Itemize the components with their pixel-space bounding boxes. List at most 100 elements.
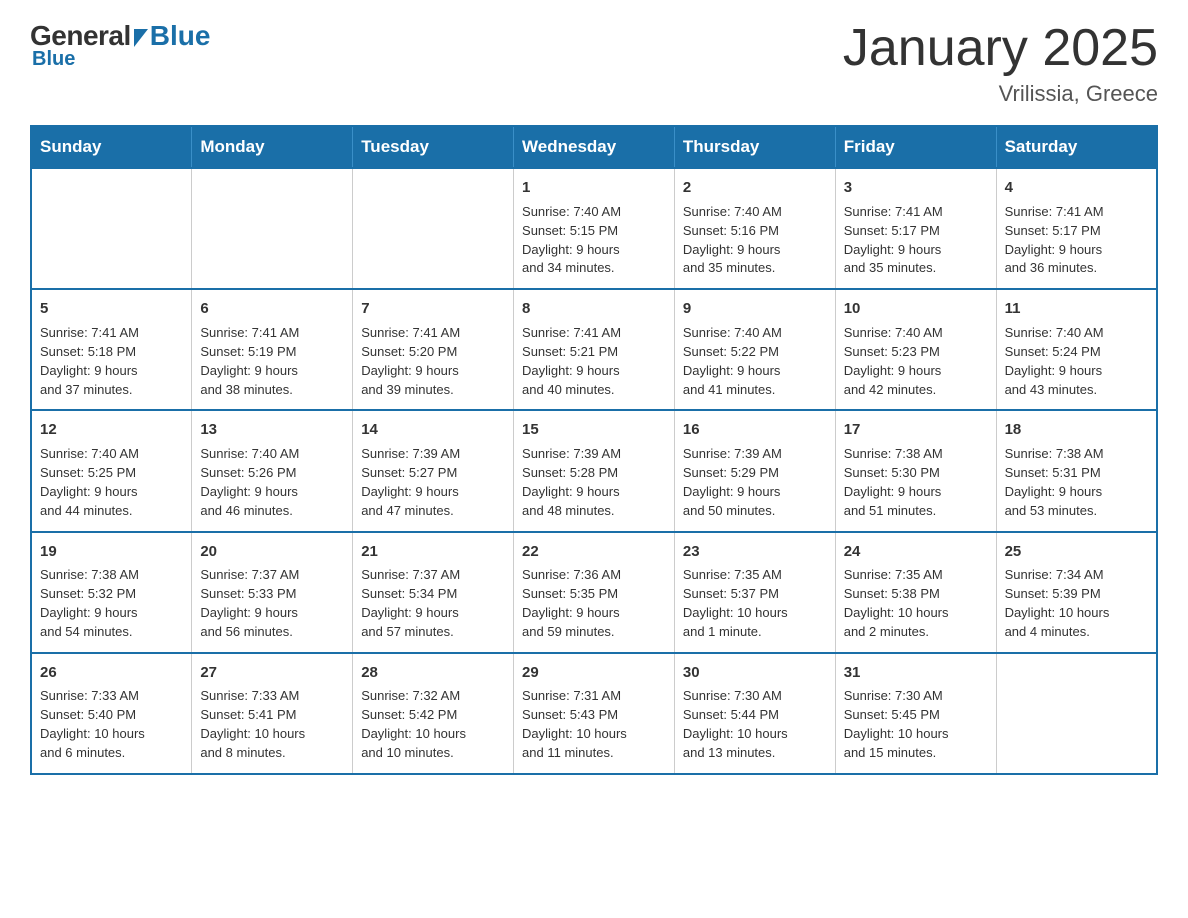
calendar-cell: 12 Sunrise: 7:40 AMSunset: 5:25 PMDayligh… xyxy=(31,410,192,531)
day-info: Sunrise: 7:40 AMSunset: 5:25 PMDaylight:… xyxy=(40,445,183,520)
day-number: 14 xyxy=(361,419,505,441)
day-number: 8 xyxy=(522,298,666,320)
calendar-cell: 5Sunrise: 7:41 AMSunset: 5:18 PMDaylight… xyxy=(31,289,192,410)
calendar-cell: 26 Sunrise: 7:33 AMSunset: 5:40 PMDayligh… xyxy=(31,653,192,774)
calendar-cell: 20Sunrise: 7:37 AMSunset: 5:33 PMDayligh… xyxy=(192,532,353,653)
calendar-cell: 17 Sunrise: 7:38 AMSunset: 5:30 PMDayligh… xyxy=(835,410,996,531)
calendar-cell xyxy=(31,168,192,289)
day-number: 17 xyxy=(844,419,988,441)
day-info: Sunrise: 7:38 AMSunset: 5:30 PMDaylight:… xyxy=(844,445,988,520)
day-number: 13 xyxy=(200,419,344,441)
day-number: 9 xyxy=(683,298,827,320)
calendar-cell: 7 Sunrise: 7:41 AMSunset: 5:20 PMDaylight… xyxy=(353,289,514,410)
day-info: Sunrise: 7:40 AMSunset: 5:23 PMDaylight:… xyxy=(844,324,988,399)
day-info: Sunrise: 7:37 AMSunset: 5:33 PMDaylight:… xyxy=(200,566,344,641)
day-info: Sunrise: 7:31 AMSunset: 5:43 PMDaylight:… xyxy=(522,687,666,762)
calendar-cell: 1 Sunrise: 7:40 AMSunset: 5:15 PMDaylight… xyxy=(514,168,675,289)
day-info: Sunrise: 7:37 AMSunset: 5:34 PMDaylight:… xyxy=(361,566,505,641)
day-number: 18 xyxy=(1005,419,1148,441)
calendar-cell: 19 Sunrise: 7:38 AMSunset: 5:32 PMDayligh… xyxy=(31,532,192,653)
calendar-cell: 15 Sunrise: 7:39 AMSunset: 5:28 PMDayligh… xyxy=(514,410,675,531)
logo-triangle-icon xyxy=(134,29,148,47)
day-number: 15 xyxy=(522,419,666,441)
calendar-cell: 21 Sunrise: 7:37 AMSunset: 5:34 PMDayligh… xyxy=(353,532,514,653)
calendar-cell: 13 Sunrise: 7:40 AMSunset: 5:26 PMDayligh… xyxy=(192,410,353,531)
logo-blue-text: Blue xyxy=(150,20,211,52)
day-number: 12 xyxy=(40,419,183,441)
calendar-cell: 4Sunrise: 7:41 AMSunset: 5:17 PMDaylight… xyxy=(996,168,1157,289)
day-number: 28 xyxy=(361,662,505,684)
day-info: Sunrise: 7:40 AMSunset: 5:26 PMDaylight:… xyxy=(200,445,344,520)
logo: General Blue Blue xyxy=(30,20,210,71)
day-info: Sunrise: 7:34 AMSunset: 5:39 PMDaylight:… xyxy=(1005,566,1148,641)
day-info: Sunrise: 7:41 AMSunset: 5:21 PMDaylight:… xyxy=(522,324,666,399)
calendar-week-row: 19 Sunrise: 7:38 AMSunset: 5:32 PMDayligh… xyxy=(31,532,1157,653)
calendar-week-row: 1 Sunrise: 7:40 AMSunset: 5:15 PMDaylight… xyxy=(31,168,1157,289)
day-number: 22 xyxy=(522,541,666,563)
page-header: General Blue Blue January 2025 Vrilissia… xyxy=(30,20,1158,107)
day-info: Sunrise: 7:32 AMSunset: 5:42 PMDaylight:… xyxy=(361,687,505,762)
weekday-header-wednesday: Wednesday xyxy=(514,126,675,168)
day-info: Sunrise: 7:40 AMSunset: 5:16 PMDaylight:… xyxy=(683,203,827,278)
day-number: 24 xyxy=(844,541,988,563)
calendar-cell: 25 Sunrise: 7:34 AMSunset: 5:39 PMDayligh… xyxy=(996,532,1157,653)
day-info: Sunrise: 7:35 AMSunset: 5:37 PMDaylight:… xyxy=(683,566,827,641)
day-info: Sunrise: 7:39 AMSunset: 5:27 PMDaylight:… xyxy=(361,445,505,520)
day-info: Sunrise: 7:38 AMSunset: 5:32 PMDaylight:… xyxy=(40,566,183,641)
day-number: 30 xyxy=(683,662,827,684)
day-number: 25 xyxy=(1005,541,1148,563)
day-info: Sunrise: 7:30 AMSunset: 5:44 PMDaylight:… xyxy=(683,687,827,762)
calendar-cell: 3 Sunrise: 7:41 AMSunset: 5:17 PMDaylight… xyxy=(835,168,996,289)
day-number: 7 xyxy=(361,298,505,320)
calendar-cell: 28 Sunrise: 7:32 AMSunset: 5:42 PMDayligh… xyxy=(353,653,514,774)
title-block: January 2025 Vrilissia, Greece xyxy=(843,20,1158,107)
day-number: 16 xyxy=(683,419,827,441)
calendar-cell: 30 Sunrise: 7:30 AMSunset: 5:44 PMDayligh… xyxy=(674,653,835,774)
day-number: 2 xyxy=(683,177,827,199)
day-info: Sunrise: 7:33 AMSunset: 5:40 PMDaylight:… xyxy=(40,687,183,762)
day-info: Sunrise: 7:41 AMSunset: 5:17 PMDaylight:… xyxy=(1005,203,1148,278)
weekday-header-monday: Monday xyxy=(192,126,353,168)
day-info: Sunrise: 7:41 AMSunset: 5:20 PMDaylight:… xyxy=(361,324,505,399)
day-info: Sunrise: 7:41 AMSunset: 5:19 PMDaylight:… xyxy=(200,324,344,399)
day-info: Sunrise: 7:39 AMSunset: 5:28 PMDaylight:… xyxy=(522,445,666,520)
day-info: Sunrise: 7:35 AMSunset: 5:38 PMDaylight:… xyxy=(844,566,988,641)
day-number: 21 xyxy=(361,541,505,563)
calendar-cell: 9Sunrise: 7:40 AMSunset: 5:22 PMDaylight… xyxy=(674,289,835,410)
calendar-cell: 6 Sunrise: 7:41 AMSunset: 5:19 PMDaylight… xyxy=(192,289,353,410)
calendar-header-row: SundayMondayTuesdayWednesdayThursdayFrid… xyxy=(31,126,1157,168)
day-number: 26 xyxy=(40,662,183,684)
day-info: Sunrise: 7:39 AMSunset: 5:29 PMDaylight:… xyxy=(683,445,827,520)
day-number: 19 xyxy=(40,541,183,563)
day-info: Sunrise: 7:38 AMSunset: 5:31 PMDaylight:… xyxy=(1005,445,1148,520)
calendar-week-row: 26 Sunrise: 7:33 AMSunset: 5:40 PMDayligh… xyxy=(31,653,1157,774)
calendar-cell: 16 Sunrise: 7:39 AMSunset: 5:29 PMDayligh… xyxy=(674,410,835,531)
location-text: Vrilissia, Greece xyxy=(843,81,1158,107)
calendar-cell: 22 Sunrise: 7:36 AMSunset: 5:35 PMDayligh… xyxy=(514,532,675,653)
day-number: 1 xyxy=(522,177,666,199)
day-number: 3 xyxy=(844,177,988,199)
calendar-cell: 14 Sunrise: 7:39 AMSunset: 5:27 PMDayligh… xyxy=(353,410,514,531)
day-info: Sunrise: 7:40 AMSunset: 5:24 PMDaylight:… xyxy=(1005,324,1148,399)
day-info: Sunrise: 7:40 AMSunset: 5:15 PMDaylight:… xyxy=(522,203,666,278)
calendar-week-row: 5Sunrise: 7:41 AMSunset: 5:18 PMDaylight… xyxy=(31,289,1157,410)
weekday-header-saturday: Saturday xyxy=(996,126,1157,168)
weekday-header-tuesday: Tuesday xyxy=(353,126,514,168)
calendar-cell: 2 Sunrise: 7:40 AMSunset: 5:16 PMDaylight… xyxy=(674,168,835,289)
day-info: Sunrise: 7:36 AMSunset: 5:35 PMDaylight:… xyxy=(522,566,666,641)
day-number: 11 xyxy=(1005,298,1148,320)
weekday-header-friday: Friday xyxy=(835,126,996,168)
calendar-cell: 18 Sunrise: 7:38 AMSunset: 5:31 PMDayligh… xyxy=(996,410,1157,531)
weekday-header-thursday: Thursday xyxy=(674,126,835,168)
day-number: 6 xyxy=(200,298,344,320)
day-info: Sunrise: 7:41 AMSunset: 5:17 PMDaylight:… xyxy=(844,203,988,278)
day-info: Sunrise: 7:41 AMSunset: 5:18 PMDaylight:… xyxy=(40,324,183,399)
logo-bottom-text: Blue xyxy=(32,48,75,71)
calendar-cell xyxy=(353,168,514,289)
calendar-cell: 24 Sunrise: 7:35 AMSunset: 5:38 PMDayligh… xyxy=(835,532,996,653)
day-number: 10 xyxy=(844,298,988,320)
day-number: 31 xyxy=(844,662,988,684)
calendar-cell: 11 Sunrise: 7:40 AMSunset: 5:24 PMDayligh… xyxy=(996,289,1157,410)
day-number: 23 xyxy=(683,541,827,563)
calendar-table: SundayMondayTuesdayWednesdayThursdayFrid… xyxy=(30,125,1158,775)
